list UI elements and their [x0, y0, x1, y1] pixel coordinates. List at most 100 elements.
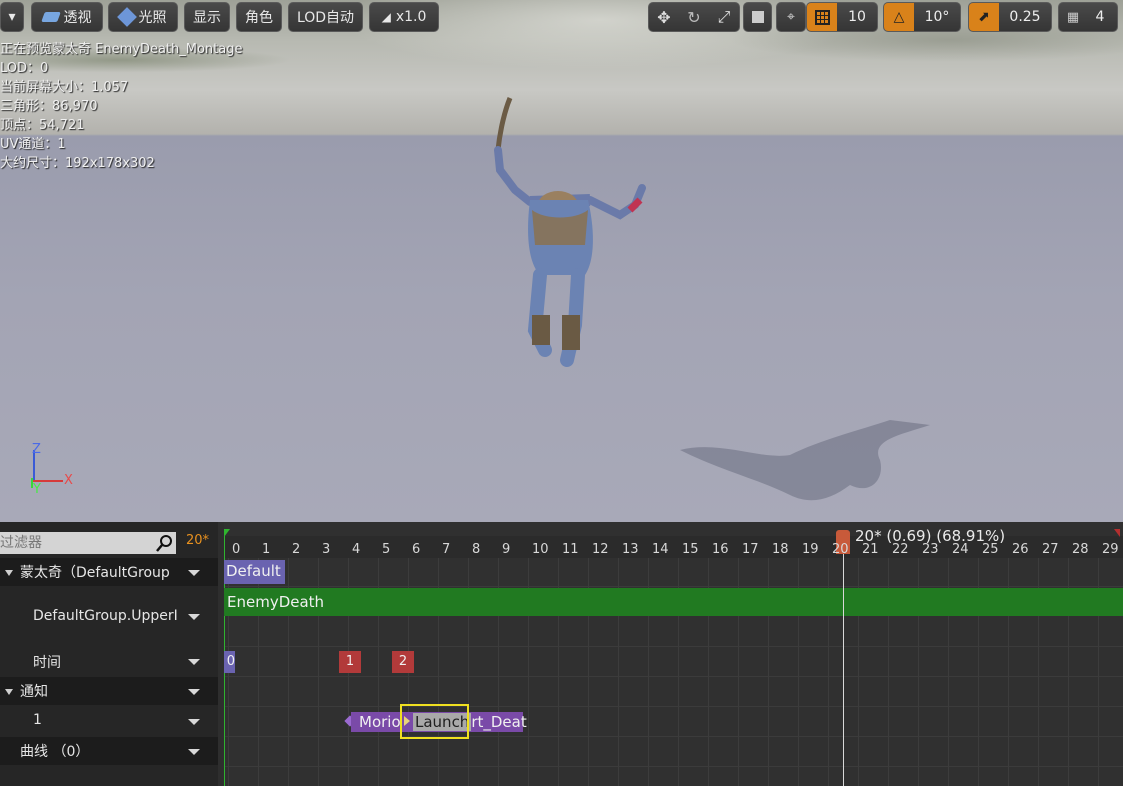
show-button[interactable]: 显示 — [184, 2, 230, 32]
rotation-snap-value[interactable]: 10° — [914, 9, 960, 25]
surface-snap-button[interactable]: ⌖ — [776, 2, 806, 32]
dropdown-icon[interactable] — [188, 719, 200, 725]
ruler-tick-label: 18 — [772, 542, 789, 557]
notifies-track-header[interactable]: 通知 — [0, 677, 218, 705]
dropdown-icon[interactable] — [188, 659, 200, 665]
row-divider — [224, 586, 1123, 587]
axis-x-label: X — [64, 473, 73, 488]
ruler-tick-label: 22 — [892, 542, 909, 557]
viewport-toolbar: ▾ 透视 光照 显示 角色 LOD自动 ◢ x1.0 ✥ ↻ ⤢ ⌖ 10 △ … — [0, 2, 1123, 34]
current-frame-indicator: 20* — [186, 533, 210, 548]
montage-section-default[interactable]: Default — [224, 560, 285, 584]
show-label: 显示 — [193, 10, 221, 26]
row-divider — [224, 676, 1123, 677]
grid-size-value[interactable]: 10 — [837, 9, 877, 25]
search-button[interactable] — [154, 532, 176, 554]
timing-marker-label: 0 — [226, 654, 235, 669]
scale-snap-group: ⬈ 0.25 — [968, 2, 1052, 32]
approx-size-text: 大约尺寸：192x178x302 — [0, 156, 155, 171]
ruler-tick-label: 4 — [352, 542, 361, 557]
playback-speed-button[interactable]: ◢ x1.0 — [369, 2, 439, 32]
timeline-grid[interactable]: Default EnemyDeath 0 1 2 Morio Launch rt_… — [224, 522, 1123, 786]
ruler-tick-label: 21 — [862, 542, 879, 557]
grid-icon — [814, 9, 830, 25]
timing-marker-0[interactable]: 0 — [224, 651, 235, 673]
grid-snap-toggle[interactable] — [807, 3, 837, 31]
dropdown-icon[interactable] — [188, 749, 200, 755]
character-shadow — [680, 420, 930, 501]
cube-icon — [751, 11, 764, 23]
selection-highlight — [400, 704, 469, 739]
rotation-snap-toggle[interactable]: △ — [884, 3, 914, 31]
ruler-tick-label: 17 — [742, 542, 759, 557]
slot-track-header[interactable]: DefaultGroup.UpperI — [0, 588, 218, 644]
speed-label: x1.0 — [395, 9, 427, 25]
timing-marker-label: 2 — [398, 654, 408, 669]
notify-label-tail: rt_Deat — [471, 713, 527, 731]
preview-text: 正在预览蒙太奇 EnemyDeath_Montage — [0, 42, 243, 57]
ruler-tick-label: 24 — [952, 542, 969, 557]
segment-label: EnemyDeath — [227, 593, 325, 611]
lit-button[interactable]: 光照 — [108, 2, 178, 32]
ruler-tick-label: 8 — [472, 542, 481, 557]
rotation-snap-group: △ 10° — [883, 2, 961, 32]
scale-snap-value[interactable]: 0.25 — [999, 9, 1051, 25]
character-preview — [494, 97, 646, 367]
ruler-tick-label: 9 — [502, 542, 511, 557]
cube-lit-icon — [116, 7, 137, 27]
ruler-tick-label: 10 — [532, 542, 549, 557]
camera-speed-value: 4 — [1095, 9, 1105, 25]
camera-speed-icon: ▦ — [1066, 9, 1080, 25]
row-divider — [224, 706, 1123, 707]
scale-snap-toggle[interactable]: ⬈ — [969, 3, 999, 31]
timing-track-label: 时间 — [33, 655, 61, 671]
grid-snap-group: 10 — [806, 2, 878, 32]
end-flag-icon — [1114, 529, 1120, 537]
scale-icon[interactable]: ⤢ — [709, 7, 739, 27]
montage-track-header[interactable]: 蒙太奇（DefaultGroup — [0, 558, 218, 586]
character-button[interactable]: 角色 — [236, 2, 282, 32]
ruler-tick-label: 2 — [292, 542, 301, 557]
lod-text: LOD：0 — [0, 61, 49, 76]
timing-marker-1[interactable]: 1 — [339, 651, 361, 673]
filter-input[interactable]: 过滤器 — [0, 532, 154, 554]
timing-marker-2[interactable]: 2 — [392, 651, 414, 673]
vertices-text: 顶点：54,721 — [0, 118, 85, 133]
viewport-menu-button[interactable]: ▾ — [0, 2, 24, 32]
row-divider — [224, 766, 1123, 767]
dropdown-icon[interactable] — [188, 570, 200, 576]
notify-track-label: 1 — [33, 712, 42, 728]
row-divider — [224, 736, 1123, 737]
track-list: 过滤器 20* 蒙太奇（DefaultGroup DefaultGroup.Up… — [0, 522, 218, 786]
ruler-tick-label: 27 — [1042, 542, 1059, 557]
lod-button[interactable]: LOD自动 — [288, 2, 363, 32]
camera-speed-group[interactable]: ▦ 4 — [1058, 2, 1118, 32]
animation-segment-enemydeath[interactable]: EnemyDeath — [224, 588, 1123, 616]
viewport[interactable]: ▾ 透视 光照 显示 角色 LOD自动 ◢ x1.0 ✥ ↻ ⤢ ⌖ 10 △ … — [0, 0, 1123, 522]
collapse-icon[interactable] — [5, 570, 13, 576]
rotate-icon[interactable]: ↻ — [679, 8, 709, 27]
collapse-icon[interactable] — [5, 689, 13, 695]
axis-y-label: Y — [33, 482, 41, 497]
dropdown-icon[interactable] — [188, 614, 200, 620]
notify-track-1-header[interactable]: 1 — [0, 707, 218, 735]
axis-z-label: Z — [32, 442, 41, 457]
ruler-tick-label: 20 — [832, 542, 849, 557]
montage-track-label: 蒙太奇（DefaultGroup — [20, 565, 170, 581]
timing-track-header[interactable]: 时间 — [0, 646, 218, 676]
ruler-tick-label: 12 — [592, 542, 609, 557]
lod-label: LOD自动 — [296, 10, 355, 26]
timing-marker-label: 1 — [345, 654, 355, 669]
translate-icon[interactable]: ✥ — [649, 8, 679, 27]
world-local-button[interactable] — [743, 2, 772, 32]
perspective-button[interactable]: 透视 — [31, 2, 103, 32]
dropdown-icon[interactable] — [188, 689, 200, 695]
ruler-tick-label: 28 — [1072, 542, 1089, 557]
ruler-tick-label: 7 — [442, 542, 451, 557]
notify-morio[interactable]: Morio — [351, 712, 401, 732]
scrub-line — [843, 536, 844, 786]
curves-track-header[interactable]: 曲线 （0） — [0, 737, 218, 765]
ruler-tick-label: 5 — [382, 542, 391, 557]
character-label: 角色 — [245, 10, 273, 26]
uv-channels-text: UV通道：1 — [0, 137, 66, 152]
